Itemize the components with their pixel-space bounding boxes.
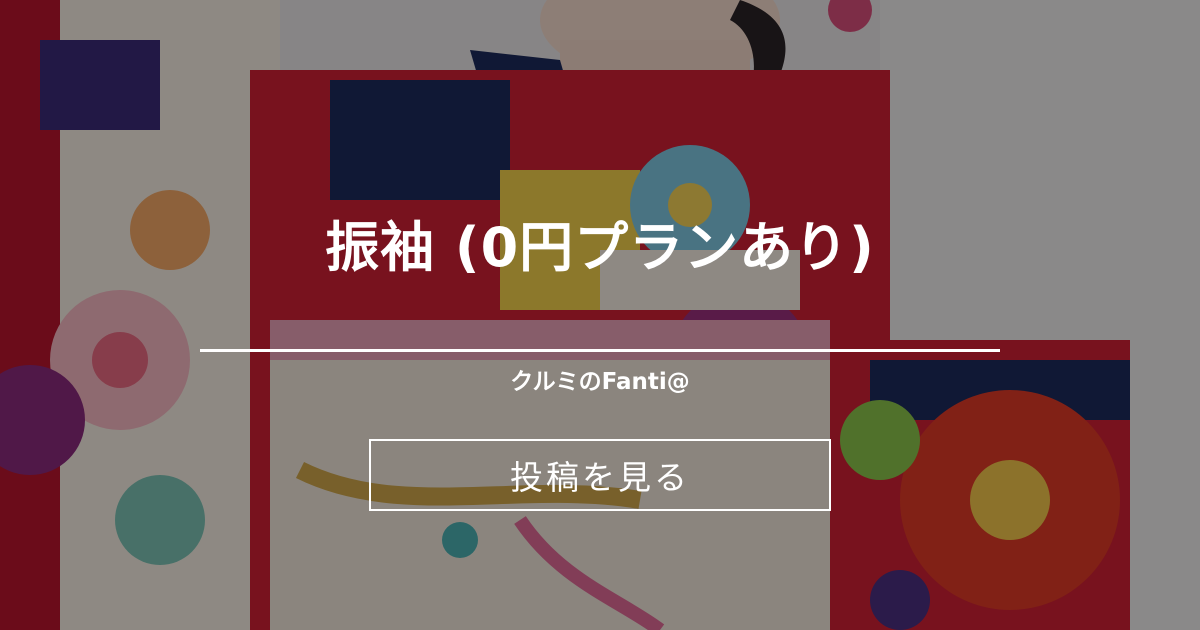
dark-overlay bbox=[0, 0, 1200, 630]
title-divider bbox=[200, 349, 1000, 352]
share-card: 振袖 (0円プランあり) クルミのFanti@ 投稿を見る bbox=[0, 0, 1200, 630]
post-title: 振袖 (0円プランあり) bbox=[325, 216, 875, 279]
author-name: クルミのFanti@ bbox=[510, 369, 690, 395]
view-post-button[interactable]: 投稿を見る bbox=[369, 439, 831, 511]
